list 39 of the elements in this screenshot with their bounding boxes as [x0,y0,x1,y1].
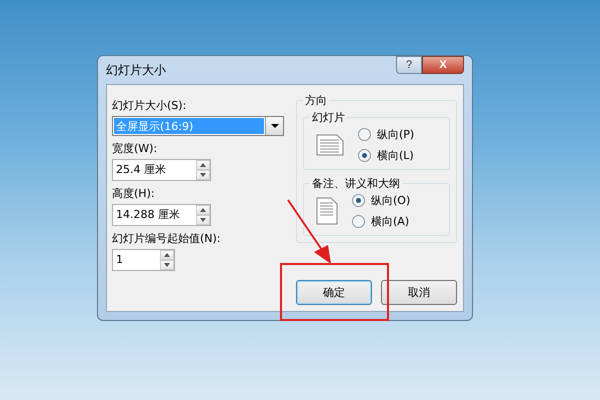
caret-icon [270,124,278,128]
dialog-button[interactable]: 取消 [381,280,457,305]
landscape-page-icon [316,134,344,156]
radio-option[interactable]: 纵向(O) [352,193,410,208]
spin-up-button[interactable] [196,205,210,215]
radio-label: 横向(A) [371,214,410,229]
up-triangle-icon [164,253,170,257]
up-triangle-icon [200,208,206,212]
spinner-field[interactable]: 14.288 厘米 [112,204,211,226]
dialog-button[interactable]: 确定 [296,280,372,305]
radio-label: 纵向(O) [371,193,410,208]
portrait-page-icon [316,197,338,225]
down-triangle-icon [200,173,206,177]
radio-option[interactable]: 纵向(P) [358,127,414,142]
field-label: 幻灯片大小(S): [112,98,188,113]
spin-up-button[interactable] [160,250,174,260]
field-label: 高度(H): [112,186,156,201]
field-label: 宽度(W): [112,141,158,156]
radio-option[interactable]: 横向(A) [352,214,410,229]
radio-label: 纵向(P) [377,127,414,142]
help-button[interactable]: ? [396,56,422,74]
spin-down-button[interactable] [196,215,210,225]
dropdown-button[interactable] [265,117,283,135]
up-triangle-icon [200,163,206,167]
spinner-field[interactable]: 1 [112,249,175,271]
radio-label: 横向(L) [377,148,414,163]
down-triangle-icon [164,263,170,267]
spin-up-button[interactable] [196,160,210,170]
spinner-field[interactable]: 25.4 厘米 [112,159,211,181]
field-label: 幻灯片编号起始值(N): [112,231,222,246]
group-title: 幻灯片 [311,110,346,125]
group-title: 备注、讲义和大纲 [311,176,401,191]
window-title: 幻灯片大小 [106,62,166,78]
annotation-arrow [287,199,331,264]
radio-option[interactable]: 横向(L) [358,148,414,163]
down-triangle-icon [200,218,206,222]
group-title: 方向 [304,93,328,108]
spin-down-button[interactable] [196,170,210,180]
spin-down-button[interactable] [160,260,174,270]
